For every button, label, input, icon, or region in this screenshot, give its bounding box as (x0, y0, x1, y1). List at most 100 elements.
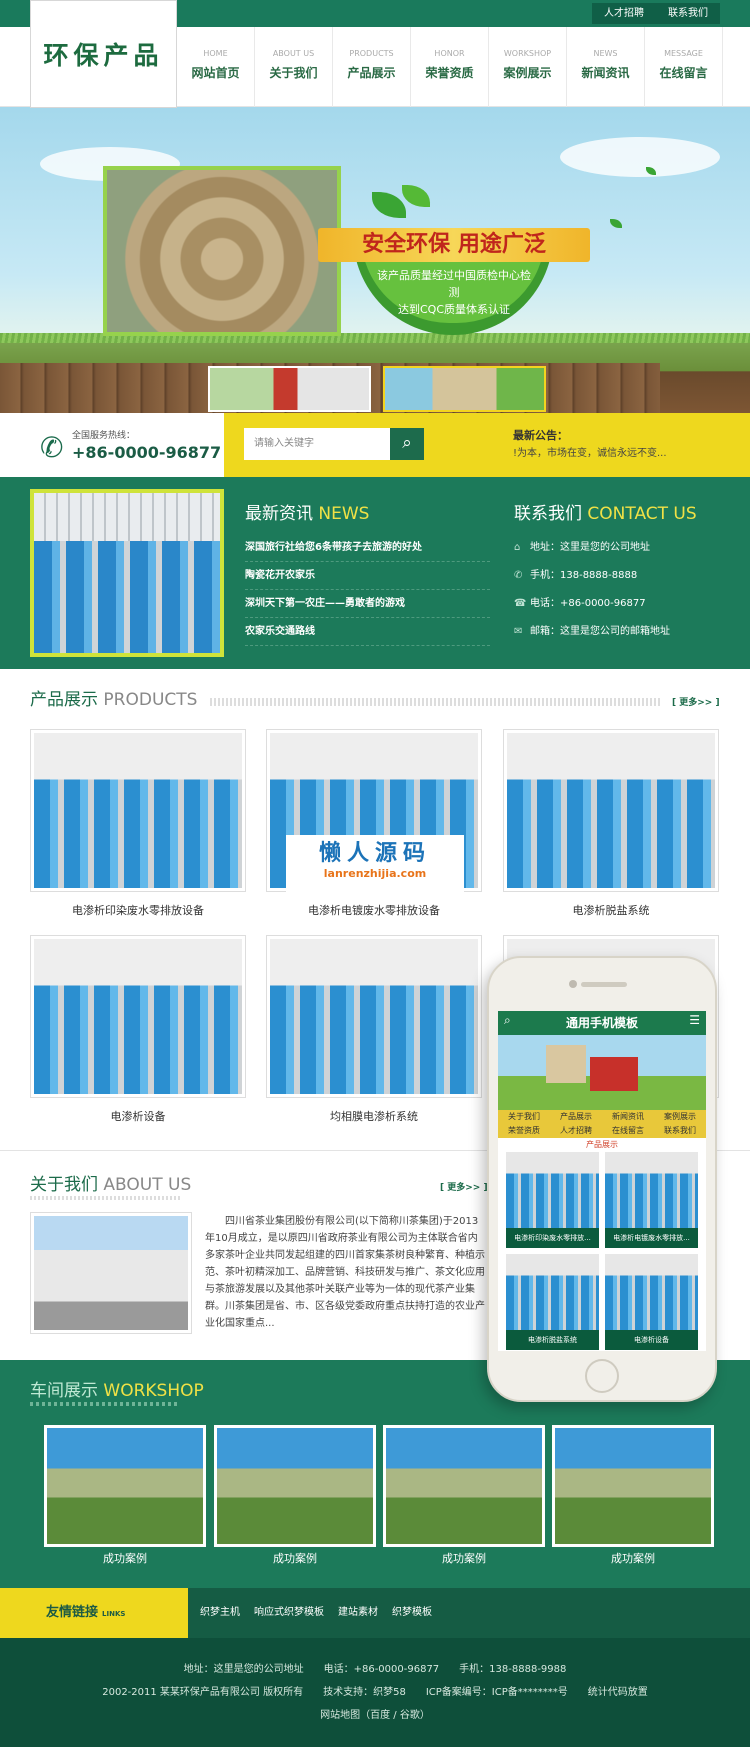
mobile-menu-item[interactable]: 荣誉资质 (498, 1124, 550, 1138)
nav-news[interactable]: NEWS 新闻资讯 (567, 27, 645, 107)
section-divider (210, 698, 660, 706)
product-card[interactable] (266, 935, 482, 1098)
menu-icon[interactable]: ☰ (689, 1013, 700, 1027)
product-caption[interactable]: 电渗析电镀废水零排放设备 (266, 902, 482, 918)
search-button[interactable]: ⌕ (390, 428, 424, 460)
search-icon[interactable]: ⌕ (504, 1013, 511, 1028)
products-heading-cn: 产品展示 (30, 690, 98, 710)
mobile-menu-item[interactable]: 新闻资讯 (602, 1110, 654, 1124)
nav-workshop[interactable]: WORKSHOP 案例展示 (489, 27, 567, 107)
links-list: 织梦主机 响应式织梦模板 建站素材 织梦模板 (200, 1588, 446, 1638)
footer-copyright-line: 2002-2011 某某环保产品有限公司 版权所有 技术支持：织梦58 ICP备… (102, 1687, 648, 1698)
workshop-heading-cn: 车间展示 (30, 1381, 98, 1401)
news-photo[interactable] (30, 489, 224, 657)
mobile-product-card[interactable]: 电渗析设备 (605, 1254, 698, 1350)
nav-label: 新闻资讯 (581, 66, 630, 80)
products-more-link[interactable]: [ 更多>> ] (672, 695, 720, 708)
banner-product-photo (103, 166, 341, 336)
footer-contact-line: 地址：这里是您的公司地址 电话：+86-0000-96877 手机：138-88… (183, 1664, 567, 1675)
workshop-photo[interactable] (552, 1425, 714, 1547)
product-caption[interactable]: 均相膜电渗析系统 (266, 1108, 482, 1124)
workshop-heading: 车间展示 WORKSHOP (30, 1376, 204, 1401)
product-card[interactable] (30, 729, 246, 892)
workshop-caption[interactable]: 成功案例 (552, 1550, 714, 1566)
mobile-menu-item[interactable]: 在线留言 (602, 1124, 654, 1138)
workshop-photo[interactable] (44, 1425, 206, 1547)
about-more-link[interactable]: [ 更多>> ] (440, 1180, 488, 1193)
info-strip: ✆ 全国服务热线： +86-0000-96877 请输入关键字 ⌕ 最新公告： … (0, 413, 750, 477)
search-input[interactable]: 请输入关键字 (244, 428, 390, 460)
contact-email: ✉ 邮箱：这里是您公司的邮箱地址 (514, 618, 670, 646)
nav-honor[interactable]: HONOR 荣誉资质 (411, 27, 489, 107)
product-card[interactable] (503, 729, 719, 892)
top-link-jobs[interactable]: 人才招聘 (592, 3, 656, 24)
news-item[interactable]: 深国旅行社给您6条带孩子去旅游的好处 (245, 534, 490, 562)
search-icon: ⌕ (402, 433, 412, 453)
nav-label-en: HOME (203, 49, 228, 58)
search-area: 请输入关键字 ⌕ (224, 413, 505, 477)
nav-label: 荣誉资质 (425, 66, 474, 80)
nav-home[interactable]: HOME 网站首页 (177, 27, 255, 107)
section-divider (30, 1402, 180, 1406)
nav-message[interactable]: MESSAGE 在线留言 (645, 27, 723, 107)
mobile-product-card[interactable]: 电渗析电镀废水零排放... (605, 1152, 698, 1248)
nav-label-en: NEWS (593, 49, 618, 58)
product-image (506, 1152, 599, 1228)
products-heading: 产品展示 PRODUCTS (30, 685, 197, 710)
contact-text: 地址：这里是您的公司地址 (530, 542, 650, 553)
hotline-label: 全国服务热线： (72, 431, 136, 441)
mobile-menu-item[interactable]: 案例展示 (654, 1110, 706, 1124)
nav-about[interactable]: ABOUT US 关于我们 (255, 27, 333, 107)
news-item[interactable]: 深圳天下第一农庄——勇敢者的游戏 (245, 590, 490, 618)
mobile-menu-item[interactable]: 人才招聘 (550, 1124, 602, 1138)
workshop-caption[interactable]: 成功案例 (44, 1550, 206, 1566)
site-logo[interactable]: 环保产品 (30, 0, 177, 108)
product-image (34, 733, 242, 888)
products-heading-en: PRODUCTS (103, 690, 198, 710)
cloud-decoration (560, 137, 720, 177)
contact-heading: 联系我们 CONTACT US (514, 499, 697, 524)
mobile-menu-item[interactable]: 产品展示 (550, 1110, 602, 1124)
workshop-photo[interactable] (214, 1425, 376, 1547)
nav-label-en: PRODUCTS (349, 49, 394, 58)
links-label-cn: 友情链接 (46, 1605, 99, 1620)
nav-label: 网站首页 (191, 66, 240, 80)
mobile-header: ⌕ 通用手机模板 ☰ (498, 1011, 706, 1035)
product-image (34, 939, 242, 1094)
news-item[interactable]: 农家乐交通路线 (245, 618, 490, 646)
product-image (507, 733, 715, 888)
banner-thumb-active[interactable] (383, 366, 546, 412)
notice-title: 最新公告： (513, 429, 568, 442)
product-card[interactable] (30, 935, 246, 1098)
banner-thumb[interactable] (208, 366, 371, 412)
contact-heading-en: CONTACT US (587, 504, 697, 524)
notice-text[interactable]: !为本，市场在变，诚信永远不变... (513, 444, 667, 459)
product-caption[interactable]: 电渗析印染废水零排放设备 (30, 902, 246, 918)
section-divider (30, 1196, 180, 1200)
mobile-menu-item[interactable]: 关于我们 (498, 1110, 550, 1124)
friend-link[interactable]: 织梦主机 (200, 1588, 240, 1638)
friend-link[interactable]: 织梦模板 (392, 1588, 432, 1638)
mobile-menu-item[interactable]: 联系我们 (654, 1124, 706, 1138)
news-item[interactable]: 陶瓷花开农家乐 (245, 562, 490, 590)
workshop-photo[interactable] (383, 1425, 545, 1547)
contact-list: ⌂ 地址：这里是您的公司地址 ✆ 手机：138-8888-8888 ☎ 电话：+86-… (514, 534, 670, 646)
mobile-banner-sign (546, 1045, 586, 1083)
workshop-caption[interactable]: 成功案例 (383, 1550, 545, 1566)
about-photo (30, 1212, 192, 1334)
mobile-product-card[interactable]: 电渗析印染废水零排放... (506, 1152, 599, 1248)
product-image (506, 1254, 599, 1330)
workshop-caption[interactable]: 成功案例 (214, 1550, 376, 1566)
nav-products[interactable]: PRODUCTS 产品展示 (333, 27, 411, 107)
friend-link[interactable]: 建站素材 (338, 1588, 378, 1638)
product-caption[interactable]: 电渗析设备 (30, 1108, 246, 1124)
truck-image (590, 1057, 638, 1091)
friend-link[interactable]: 响应式织梦模板 (254, 1588, 324, 1638)
leaf-icon (610, 219, 622, 228)
mobile-product-card[interactable]: 电渗析脱盐系统 (506, 1254, 599, 1350)
footer-sitemap-link[interactable]: 网站地图（百度 / 谷歌） (0, 1706, 750, 1721)
main-nav: HOME 网站首页 ABOUT US 关于我们 PRODUCTS 产品展示 HONOR… (177, 27, 723, 107)
product-caption[interactable]: 电渗析脱盐系统 (503, 902, 719, 918)
contact-telephone: ☎ 电话：+86-0000-96877 (514, 590, 670, 618)
top-link-contact[interactable]: 联系我们 (656, 3, 720, 24)
